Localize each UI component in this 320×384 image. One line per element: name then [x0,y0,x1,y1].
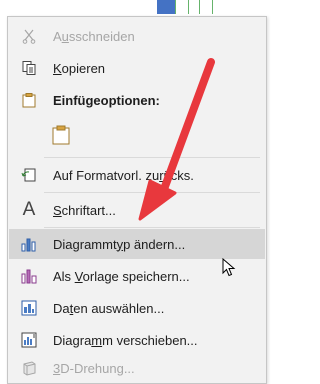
3d-rotation-icon [19,358,39,378]
mouse-cursor-icon [222,258,236,277]
menu-item-move-chart[interactable]: Diagramm verschieben... [9,325,265,355]
clipboard-icon [19,90,39,110]
menu-item-label: Auf Formatvorl. zurücks. [53,167,194,183]
menu-item-label: Schriftart... [53,202,116,218]
menu-item-label: Kopieren [53,60,106,76]
reset-style-icon [19,165,39,185]
copy-icon [19,58,39,78]
separator [44,227,260,228]
font-icon: A [22,199,36,220]
menu-item-copy[interactable]: Kopieren [9,53,265,83]
move-chart-icon [19,330,39,350]
menu-item-label: Diagrammtyp ändern... [53,236,186,252]
select-data-icon [19,298,39,318]
scissors-icon [19,26,39,46]
save-template-icon [19,266,39,286]
menu-item-reset-style[interactable]: Auf Formatvorl. zurücks. [9,160,265,190]
paste-option-button-row [9,117,265,153]
menu-item-label: Einfügeoptionen: [53,92,160,108]
menu-item-3d-rotation[interactable]: 3D-Drehung... [9,353,265,383]
menu-item-label: Daten auswählen... [53,300,165,316]
separator [44,157,260,158]
menu-item-change-chart-type[interactable]: Diagrammtyp ändern... [9,229,265,259]
paste-option-icon[interactable] [49,123,73,147]
chart-type-icon [19,234,39,254]
menu-item-font[interactable]: A Schriftart... [9,195,265,225]
separator [44,192,260,193]
menu-item-select-data[interactable]: Daten auswählen... [9,293,265,323]
menu-item-label: Ausschneiden [53,28,135,44]
context-menu: Ausschneiden Kopieren Einfügeoptionen: A… [7,16,267,384]
chart-gridlines-fragment [175,0,213,14]
chart-bar-fragment [157,0,175,14]
menu-item-paste-options-header: Einfügeoptionen: [9,85,265,115]
menu-item-label: Diagramm verschieben... [53,332,198,348]
menu-item-label: Als Vorlage speichern... [53,268,190,284]
menu-item-cut[interactable]: Ausschneiden [9,21,265,51]
menu-item-label: 3D-Drehung... [53,360,135,376]
